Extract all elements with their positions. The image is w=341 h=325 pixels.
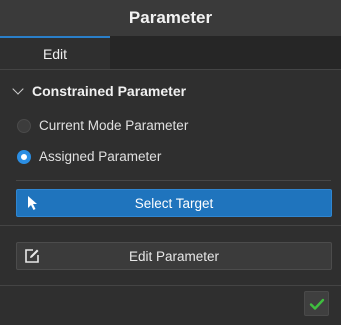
divider — [16, 180, 331, 181]
radio-label: Current Mode Parameter — [39, 118, 189, 133]
tab-edit[interactable]: Edit — [0, 36, 110, 69]
edit-parameter-button[interactable]: Edit Parameter — [16, 242, 332, 270]
edit-parameter-section: Edit Parameter — [0, 225, 341, 285]
panel-footer — [0, 285, 341, 325]
chevron-down-icon — [12, 83, 24, 95]
panel-title: Parameter — [0, 0, 341, 36]
constrained-parameter-section: Constrained Parameter Current Mode Param… — [0, 69, 341, 225]
radio-assigned-parameter[interactable]: Assigned Parameter — [17, 149, 161, 164]
radio-current-mode-parameter[interactable]: Current Mode Parameter — [17, 118, 188, 133]
tab-edit-label: Edit — [42, 45, 68, 62]
panel-title-text: Parameter — [128, 8, 213, 27]
tab-bar: Edit — [0, 36, 341, 69]
parameter-panel: Parameter Edit Constrained Parameter Cur… — [0, 0, 341, 325]
edit-parameter-label: Edit Parameter — [128, 248, 220, 264]
select-target-button[interactable]: Select Target — [16, 189, 332, 217]
radio-button-unselected[interactable] — [17, 118, 31, 133]
select-target-label: Select Target — [134, 195, 214, 211]
section-title: Constrained Parameter — [32, 83, 187, 99]
tab-bar-empty-area — [110, 36, 341, 69]
radio-label: Assigned Parameter — [39, 149, 162, 164]
ok-button[interactable] — [304, 291, 329, 316]
checkmark-icon — [309, 298, 324, 310]
cursor-arrow-icon — [28, 196, 37, 210]
radio-button-selected[interactable] — [17, 149, 31, 164]
edit-square-icon — [25, 249, 39, 263]
constrained-parameter-header[interactable]: Constrained Parameter — [12, 83, 187, 99]
